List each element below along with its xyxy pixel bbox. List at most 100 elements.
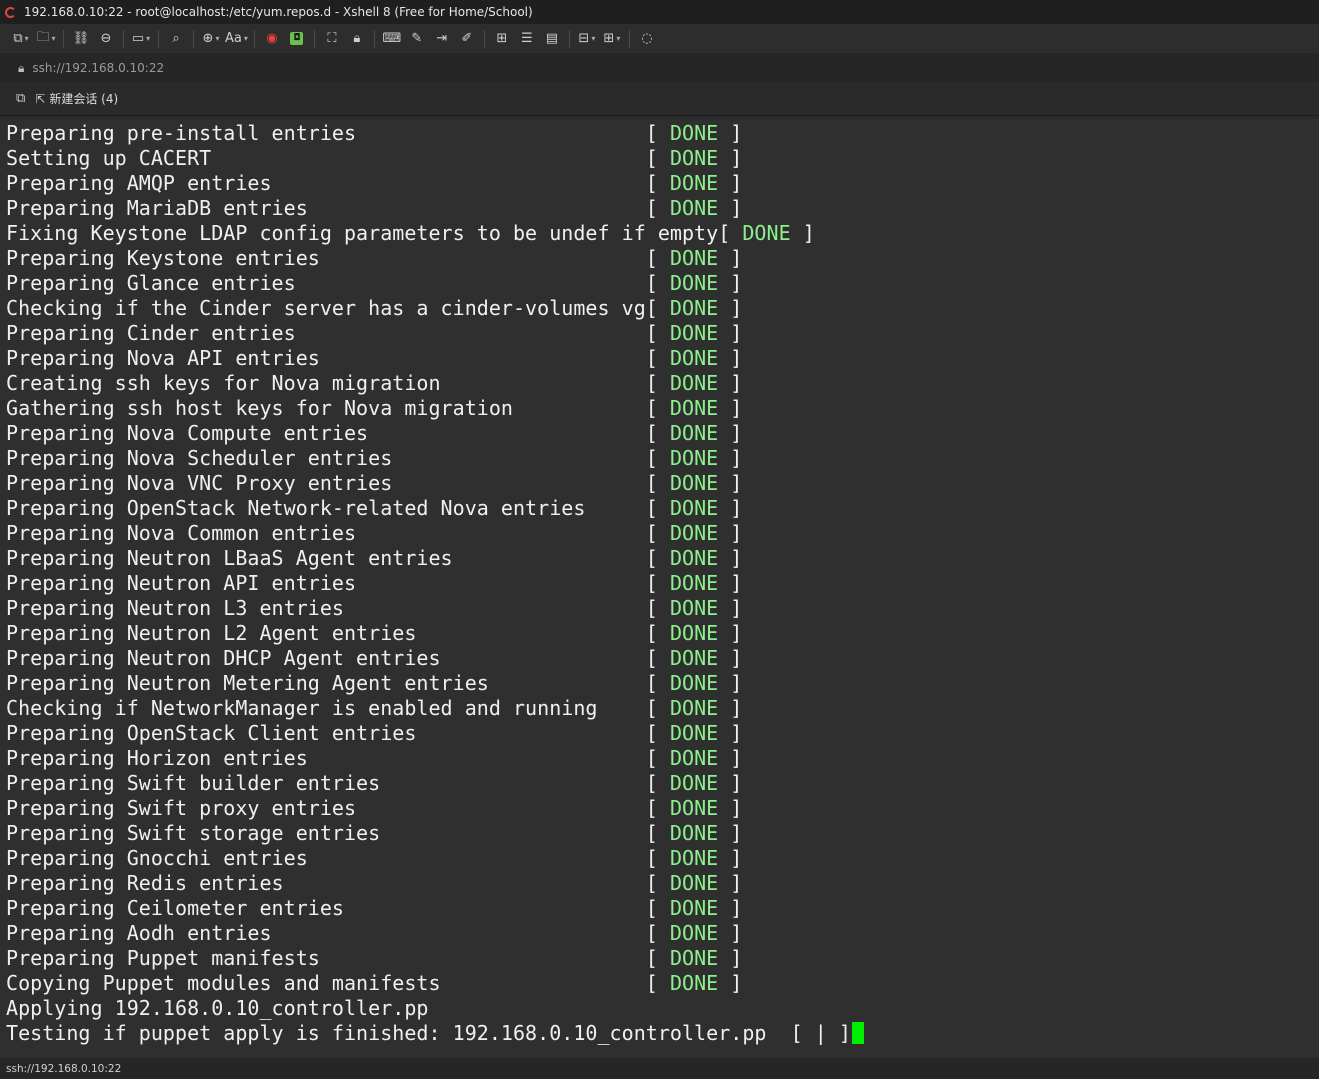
terminal-line-text: Preparing Neutron Metering Agent entries — [6, 671, 489, 695]
terminal-line: Preparing Aodh entries [ DONE ] — [6, 921, 742, 946]
status-done: DONE — [669, 821, 719, 845]
terminal-padding — [392, 446, 646, 470]
terminal-padding — [380, 771, 646, 795]
terminal-line: Preparing Neutron DHCP Agent entries [ D… — [6, 646, 742, 671]
layout-icon[interactable]: ⊟ ▾ — [576, 28, 598, 50]
terminal-padding — [308, 846, 646, 870]
terminal-line-text: Preparing Neutron API entries — [6, 571, 357, 595]
terminal-line-text: Preparing Aodh entries — [6, 921, 272, 945]
status-done: DONE — [669, 871, 719, 895]
fullscreen-icon[interactable]: ⛶ — [321, 28, 343, 50]
tab-list-icon[interactable]: ⧉ — [16, 91, 25, 106]
globe-icon[interactable]: ⊕ ▾ — [200, 28, 222, 50]
status-close-bracket: ] — [718, 171, 743, 195]
status-open-bracket: [ — [645, 896, 670, 920]
toolbar-divider — [313, 29, 315, 48]
status-open-bracket: [ — [645, 171, 670, 195]
status-done: DONE — [669, 846, 719, 870]
terminal-padding — [296, 321, 646, 345]
status-done: DONE — [669, 321, 719, 345]
status-close-bracket: ] — [718, 721, 743, 745]
terminal-line-text: Preparing Neutron LBaaS Agent entries — [6, 546, 453, 570]
status-close-bracket: ] — [718, 446, 743, 470]
status-open-bracket: [ — [645, 521, 670, 545]
terminal-line: Preparing Neutron Metering Agent entries… — [6, 671, 742, 696]
status-close-bracket: ] — [718, 571, 743, 595]
status-open-bracket: [ — [645, 396, 670, 420]
disconnect-icon[interactable]: ⊖ — [95, 28, 117, 50]
status-open-bracket: [ — [645, 421, 670, 445]
status-open-bracket: [ — [645, 196, 670, 220]
status-close-bracket: ] — [718, 296, 743, 320]
tile-icon[interactable]: ▤ — [541, 28, 563, 50]
address-bar[interactable]: 🔒︎ ssh://192.168.0.10:22 — [0, 54, 1319, 82]
reconnect-icon[interactable]: ⛓ — [70, 28, 92, 50]
help-icon[interactable]: ◌ — [636, 28, 658, 50]
terminal-line: Preparing Swift storage entries [ DONE ] — [6, 821, 742, 846]
status-close-bracket: ] — [718, 421, 743, 445]
font-icon[interactable]: Aa ▾ — [225, 28, 248, 50]
log-icon[interactable]: ☰ — [516, 28, 538, 50]
status-open-bracket: [ — [645, 121, 670, 145]
lock-icon[interactable]: 🔒︎ — [346, 28, 368, 50]
terminal-padding — [211, 146, 646, 170]
status-done: DONE — [669, 521, 719, 545]
terminal-padding — [441, 646, 646, 670]
terminal-line: Preparing Nova Common entries [ DONE ] — [6, 521, 742, 546]
terminal-line-text: Setting up CACERT — [6, 146, 212, 170]
terminal-line: Preparing Neutron API entries [ DONE ] — [6, 571, 742, 596]
script-icon[interactable]: ✎ — [406, 28, 428, 50]
status-close-bracket: ] — [718, 771, 743, 795]
terminal-pane[interactable]: Preparing pre-install entries [ DONE ] Se… — [0, 119, 1319, 1058]
status-done: DONE — [669, 571, 719, 595]
find-icon[interactable]: ⌕ — [165, 28, 187, 50]
status-open-bracket: [ — [645, 596, 670, 620]
terminal-line-text: Preparing Nova Compute entries — [6, 421, 369, 445]
compose-icon[interactable]: ✐ — [456, 28, 478, 50]
terminal-padding — [416, 621, 645, 645]
split-icon[interactable]: ⊞ ▾ — [601, 28, 623, 50]
status-close-bracket: ] — [718, 696, 743, 720]
status-done: DONE — [742, 221, 791, 245]
xagent-icon[interactable]: ◘ — [286, 28, 308, 50]
status-close-bracket: ] — [718, 796, 743, 820]
terminal-padding — [272, 171, 646, 195]
tab-session[interactable]: ⇱ 新建会话 (4) — [35, 90, 118, 107]
keyboard-icon[interactable]: ⌨ — [381, 28, 403, 50]
terminal-line: Preparing Horizon entries [ DONE ] — [6, 746, 742, 771]
open-folder-icon[interactable]: 🗀 ▾ — [35, 28, 57, 50]
status-close-bracket: ] — [718, 346, 743, 370]
transfer-icon[interactable]: ⇥ — [431, 28, 453, 50]
status-close-bracket: ] — [718, 246, 743, 270]
xftp-icon[interactable]: ◉ — [261, 28, 283, 50]
status-open-bracket: [ — [645, 646, 670, 670]
terminal-line: Checking if the Cinder server has a cind… — [6, 296, 742, 321]
status-done: DONE — [669, 796, 719, 820]
status-open-bracket: [ — [645, 821, 670, 845]
new-window-icon[interactable]: ▭ ▾ — [130, 28, 152, 50]
status-open-bracket: [ — [645, 671, 670, 695]
terminal-line-text: Preparing OpenStack Client entries — [6, 721, 417, 745]
toolbar-divider — [373, 29, 375, 48]
terminal-line-text: Preparing pre-install entries — [6, 121, 357, 145]
terminal-line: Preparing Neutron L2 Agent entries [ DON… — [6, 621, 742, 646]
status-done: DONE — [669, 546, 719, 570]
terminal-padding — [296, 271, 646, 295]
status-done: DONE — [669, 746, 719, 770]
status-done: DONE — [669, 421, 719, 445]
terminal-line: Checking if NetworkManager is enabled an… — [6, 696, 742, 721]
new-session-icon[interactable]: ⧉ ▾ — [10, 28, 32, 50]
toolbar-divider — [123, 29, 124, 48]
status-close-bracket: ] — [718, 146, 743, 170]
terminal-line: Preparing Nova Scheduler entries [ DONE … — [6, 446, 742, 471]
status-open-bracket: [ — [645, 946, 670, 970]
terminal-line: Copying Puppet modules and manifests [ D… — [6, 971, 742, 996]
terminal-line-text: Preparing Nova API entries — [6, 346, 320, 370]
xshell-logo-icon — [4, 5, 18, 19]
window-title: 192.168.0.10:22 - root@localhost:/etc/yu… — [24, 5, 533, 19]
status-open-bracket: [ — [645, 721, 670, 745]
status-done: DONE — [669, 346, 719, 370]
add-icon[interactable]: ⊞ — [491, 28, 513, 50]
terminal-line-text: Preparing Swift proxy entries — [6, 796, 357, 820]
status-done: DONE — [669, 446, 719, 470]
